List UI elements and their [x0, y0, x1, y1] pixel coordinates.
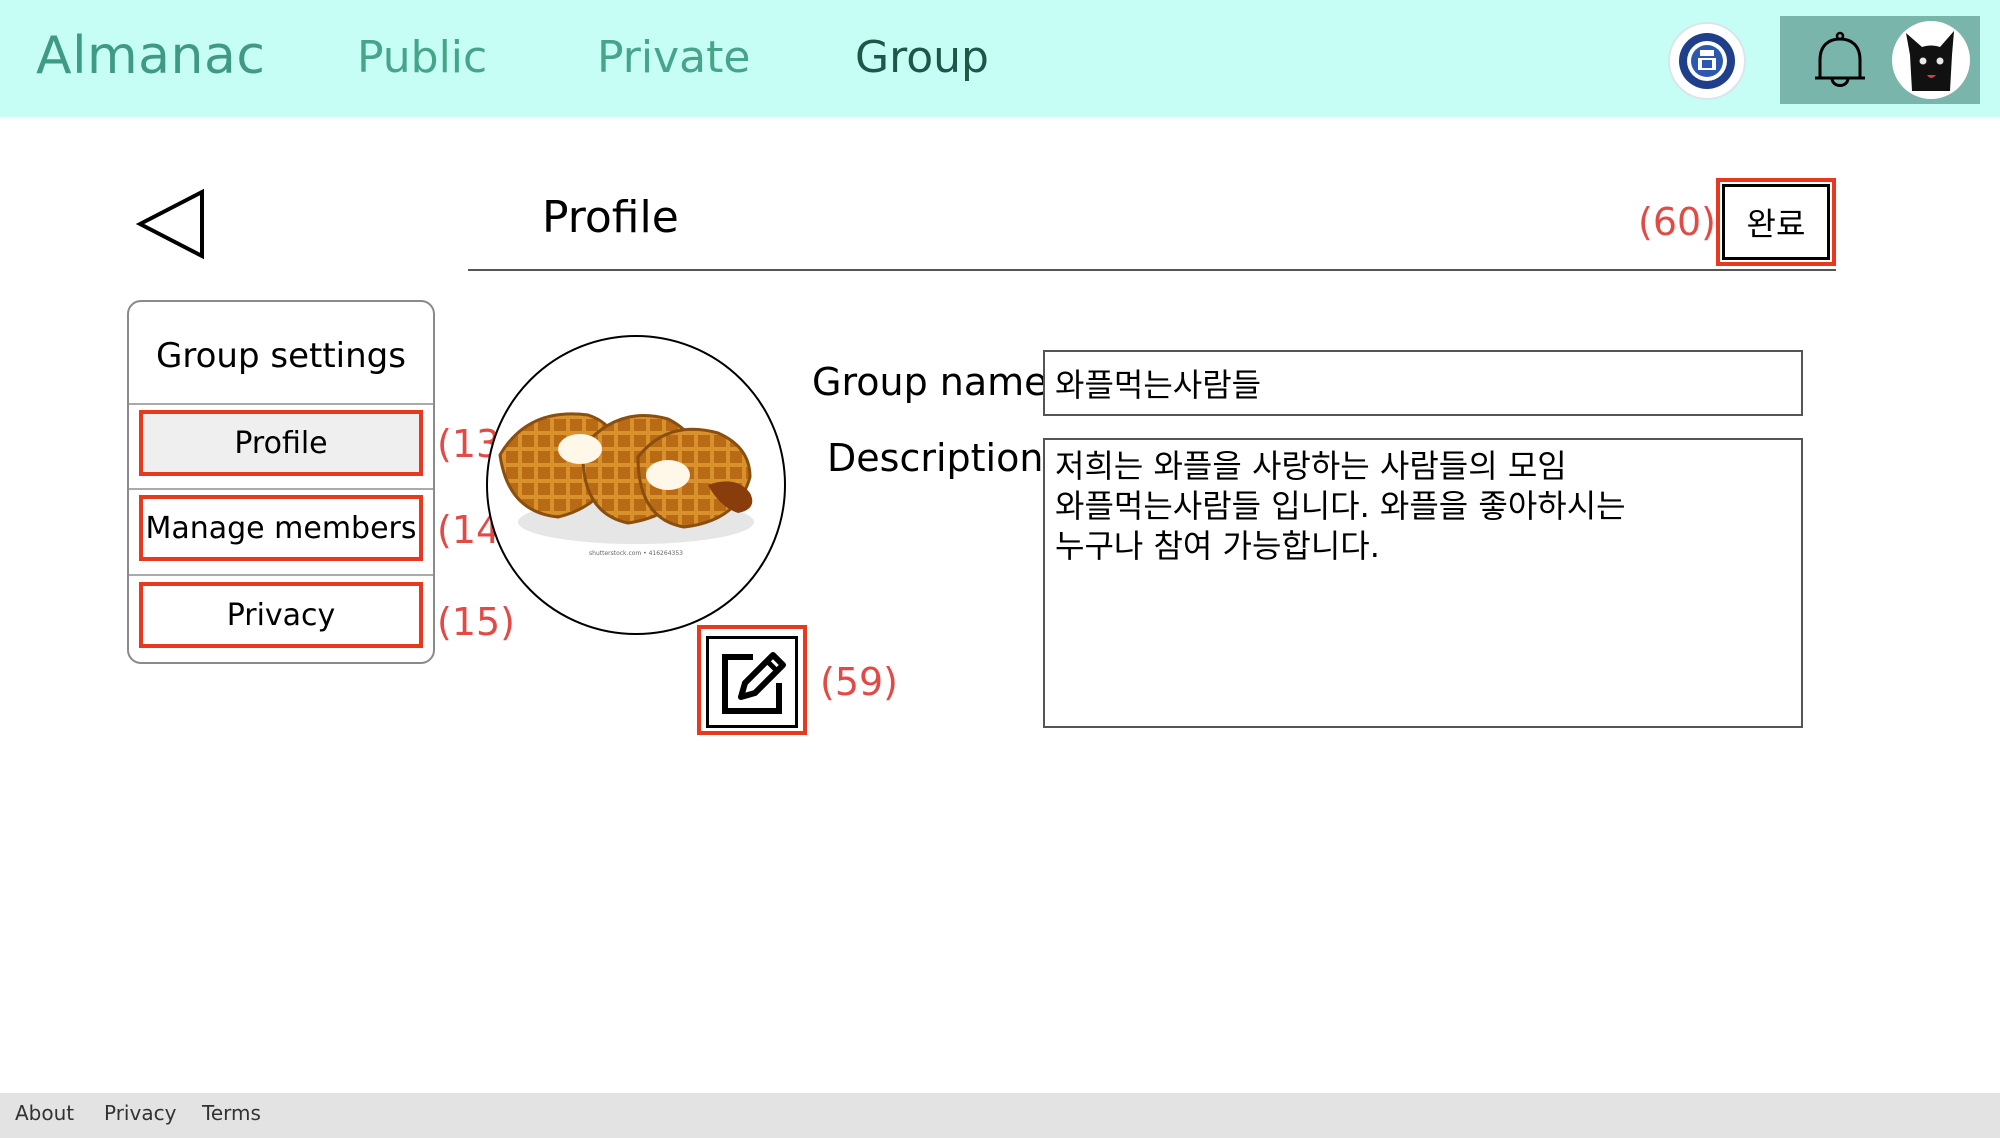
- group-settings-panel: Group settings Profile Manage members Pr…: [127, 300, 435, 664]
- sidebar-item-profile[interactable]: Profile: [139, 410, 423, 476]
- image-caption: shutterstock.com • 416264353: [589, 550, 683, 557]
- done-button[interactable]: 완료: [1722, 184, 1830, 260]
- footer-link-about[interactable]: About: [15, 1101, 74, 1125]
- panel-divider: [129, 488, 433, 490]
- edit-pencil-icon: [722, 652, 786, 714]
- annotation-privacy: (15): [437, 600, 516, 644]
- panel-divider: [129, 574, 433, 576]
- nav-private[interactable]: Private: [597, 32, 750, 83]
- sidebar-item-manage-members[interactable]: Manage members: [139, 495, 423, 561]
- back-triangle-icon[interactable]: [136, 188, 206, 260]
- sidebar-item-privacy[interactable]: Privacy: [139, 582, 423, 648]
- user-avatar[interactable]: [1892, 21, 1970, 99]
- annotation-done: (60): [1638, 200, 1717, 244]
- footer-link-privacy[interactable]: Privacy: [104, 1101, 176, 1125]
- user-controls: [1780, 16, 1980, 104]
- edit-image-button[interactable]: [706, 636, 798, 728]
- panel-divider: [129, 403, 433, 405]
- annotation-edit-image: (59): [820, 660, 899, 704]
- black-cat-avatar-icon: [1906, 31, 1954, 91]
- description-label: Description:: [827, 436, 1057, 480]
- nav-public[interactable]: Public: [357, 32, 487, 83]
- university-logo-icon: [1679, 33, 1735, 89]
- group-name-input[interactable]: [1043, 350, 1803, 416]
- group-settings-title: Group settings: [156, 336, 406, 376]
- bell-icon[interactable]: [1810, 28, 1870, 94]
- page-title: Profile: [542, 192, 679, 243]
- group-name-label: Group name:: [812, 360, 1061, 404]
- nav-group[interactable]: Group: [855, 32, 989, 83]
- app-brand[interactable]: Almanac: [36, 26, 265, 86]
- top-nav-bar: Almanac Public Private Group: [0, 0, 2000, 117]
- university-logo: [1668, 22, 1746, 100]
- description-textarea[interactable]: 저희는 와플을 사랑하는 사람들의 모임 와플먹는사람들 입니다. 와플을 좋아…: [1043, 438, 1803, 728]
- waffles-image: shutterstock.com • 416264353: [498, 412, 754, 557]
- header-divider: [468, 269, 1836, 271]
- footer-link-terms[interactable]: Terms: [202, 1101, 261, 1125]
- group-profile-image: shutterstock.com • 416264353: [486, 335, 786, 635]
- footer: About Privacy Terms: [0, 1093, 2000, 1138]
